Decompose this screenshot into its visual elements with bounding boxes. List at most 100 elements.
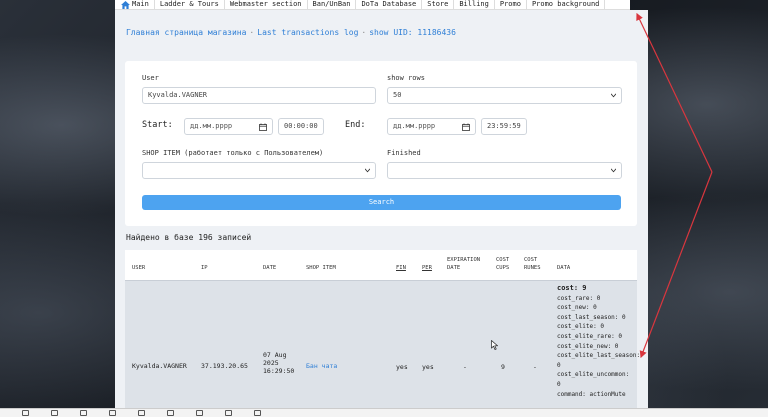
- header-expiration-date: EXPIRATION DATE: [447, 256, 480, 272]
- app-icon: [138, 410, 145, 416]
- data-line: cost_elite_last_season:: [557, 352, 641, 360]
- start-time-input[interactable]: 00:00:00: [278, 118, 324, 135]
- nav-item-billing[interactable]: Billing: [454, 0, 495, 10]
- header-date: DATE: [263, 265, 277, 271]
- breadcrumb-uid[interactable]: show UID: 11186436: [369, 28, 456, 37]
- user-label: User: [142, 74, 159, 82]
- header-cost-runes-line1: COST: [524, 257, 538, 263]
- show-rows-select[interactable]: 50: [387, 87, 622, 104]
- taskbar-item[interactable]: [174, 410, 203, 416]
- table-row: Kyvalda.VAGNER 37.193.20.65 07 Aug 2025 …: [125, 280, 640, 417]
- cell-date-line2: 2025: [263, 359, 279, 367]
- header-cost-cups: COST CUPS: [496, 256, 509, 272]
- nav-item-label: Main: [132, 0, 149, 8]
- start-date-input[interactable]: дд.мм.рррр: [184, 118, 273, 135]
- calendar-icon[interactable]: [462, 123, 470, 131]
- nav-item-ladder-tours[interactable]: Ladder & Tours: [155, 0, 225, 10]
- cell-fin: yes: [396, 363, 408, 371]
- main-content: Главная страница магазина · Last transacti…: [115, 10, 648, 417]
- finished-label: Finished: [387, 149, 421, 157]
- breadcrumb-separator: ·: [249, 28, 255, 37]
- taskbar-item[interactable]: [58, 410, 87, 416]
- app-icon: [225, 410, 232, 416]
- finished-select[interactable]: [387, 162, 622, 179]
- data-line: cost_last_season: 0: [557, 313, 626, 321]
- data-line: cost_elite: 0: [557, 323, 604, 331]
- taskbar-item[interactable]: [29, 410, 58, 416]
- start-date-placeholder: дд.мм.рррр: [190, 122, 233, 130]
- header-expiration-line1: EXPIRATION: [447, 257, 481, 263]
- chevron-down-icon: [365, 168, 370, 173]
- header-cost-runes-line2: RUNES: [524, 265, 541, 271]
- start-label: Start:: [142, 120, 173, 130]
- app-icon: [196, 410, 203, 416]
- nav-item-dota-database[interactable]: DoTa Database: [356, 0, 423, 10]
- shop-item-label: SHOP ITEM (работает только с Пользовател…: [142, 149, 324, 157]
- taskbar-item[interactable]: [232, 410, 261, 416]
- nav-item-webmaster-section[interactable]: Webmaster section: [225, 0, 308, 10]
- cell-cost-runes: -: [533, 363, 537, 371]
- cell-date-line3: 16:29:50: [263, 367, 295, 375]
- end-time-input[interactable]: 23:59:59: [481, 118, 527, 135]
- header-cost-cups-line1: COST: [496, 257, 510, 263]
- data-line: cost_elite_uncommon:: [557, 371, 630, 379]
- nav-item-promo-background[interactable]: Promo background: [527, 0, 606, 10]
- header-cost-cups-line2: CUPS: [496, 265, 510, 271]
- data-line: cost_elite_rare: 0: [557, 332, 623, 340]
- taskbar-item[interactable]: [145, 410, 174, 416]
- app-icon: [51, 410, 58, 416]
- breadcrumb-separator: ·: [361, 28, 367, 37]
- cell-expiration: -: [463, 363, 467, 371]
- records-found-text: Найдено в базе 196 записей: [126, 233, 252, 242]
- taskbar-item[interactable]: [0, 410, 29, 416]
- data-line: command: actionMute: [557, 390, 626, 398]
- data-line: cost_rare: 0: [557, 294, 601, 302]
- start-time-value: 00:00:00: [284, 122, 318, 130]
- cell-shop-item-link[interactable]: Бан чата: [306, 362, 337, 370]
- filter-form: User Kyvalda.VAGNER show rows 50 Start: …: [125, 61, 637, 226]
- breadcrumb-transactions-log[interactable]: Last transactions log: [257, 28, 358, 37]
- nav-item-main[interactable]: Main: [115, 0, 155, 10]
- calendar-icon[interactable]: [259, 123, 267, 131]
- user-input[interactable]: Kyvalda.VAGNER: [142, 87, 376, 104]
- header-shop-item: SHOP ITEM: [306, 265, 336, 271]
- cell-user: Kyvalda.VAGNER: [132, 362, 187, 370]
- app-icon: [109, 410, 116, 416]
- end-date-input[interactable]: дд.мм.рррр: [387, 118, 476, 135]
- header-fin[interactable]: FIN: [396, 264, 406, 272]
- cell-date-line1: 07 Aug: [263, 351, 287, 359]
- chevron-down-icon: [611, 93, 616, 98]
- transactions-table: USER IP DATE SHOP ITEM FIN PER EXPIRATIO…: [125, 250, 640, 417]
- breadcrumb-shop-home[interactable]: Главная страница магазина: [126, 28, 246, 37]
- cell-data: cost: 9 cost_rare: 0 cost_new: 0 cost_la…: [557, 284, 640, 399]
- header-ip: IP: [201, 265, 208, 271]
- bottom-taskbar: [0, 408, 768, 417]
- cell-date: 07 Aug 2025 16:29:50: [263, 351, 294, 375]
- home-icon: [121, 0, 130, 9]
- data-line: 0: [557, 380, 561, 388]
- taskbar-item[interactable]: [87, 410, 116, 416]
- app-icon: [80, 410, 87, 416]
- nav-item-promo[interactable]: Promo: [495, 0, 527, 10]
- data-line: cost: 9: [557, 284, 587, 292]
- end-date-placeholder: дд.мм.рррр: [393, 122, 436, 130]
- app-icon: [167, 410, 174, 416]
- header-per[interactable]: PER: [422, 264, 432, 272]
- header-data: DATA: [557, 265, 571, 271]
- taskbar-item[interactable]: [116, 410, 145, 416]
- breadcrumb: Главная страница магазина · Last transacti…: [126, 28, 456, 37]
- header-user: USER: [132, 265, 146, 271]
- nav-item-store[interactable]: Store: [422, 0, 455, 10]
- end-label: End:: [345, 120, 366, 130]
- top-navigation: Main Ladder & Tours Webmaster section Ba…: [115, 0, 630, 10]
- cell-ip: 37.193.20.65: [201, 362, 248, 370]
- mouse-cursor-icon: [491, 340, 498, 350]
- search-button[interactable]: Search: [142, 195, 621, 210]
- cell-per: yes: [422, 363, 434, 371]
- taskbar-item[interactable]: [203, 410, 232, 416]
- data-line: cost_elite_new: 0: [557, 342, 619, 350]
- shop-item-select[interactable]: [142, 162, 376, 179]
- show-rows-label: show rows: [387, 74, 425, 82]
- nav-item-ban-unban[interactable]: Ban/UnBan: [308, 0, 357, 10]
- data-line: cost_new: 0: [557, 304, 597, 312]
